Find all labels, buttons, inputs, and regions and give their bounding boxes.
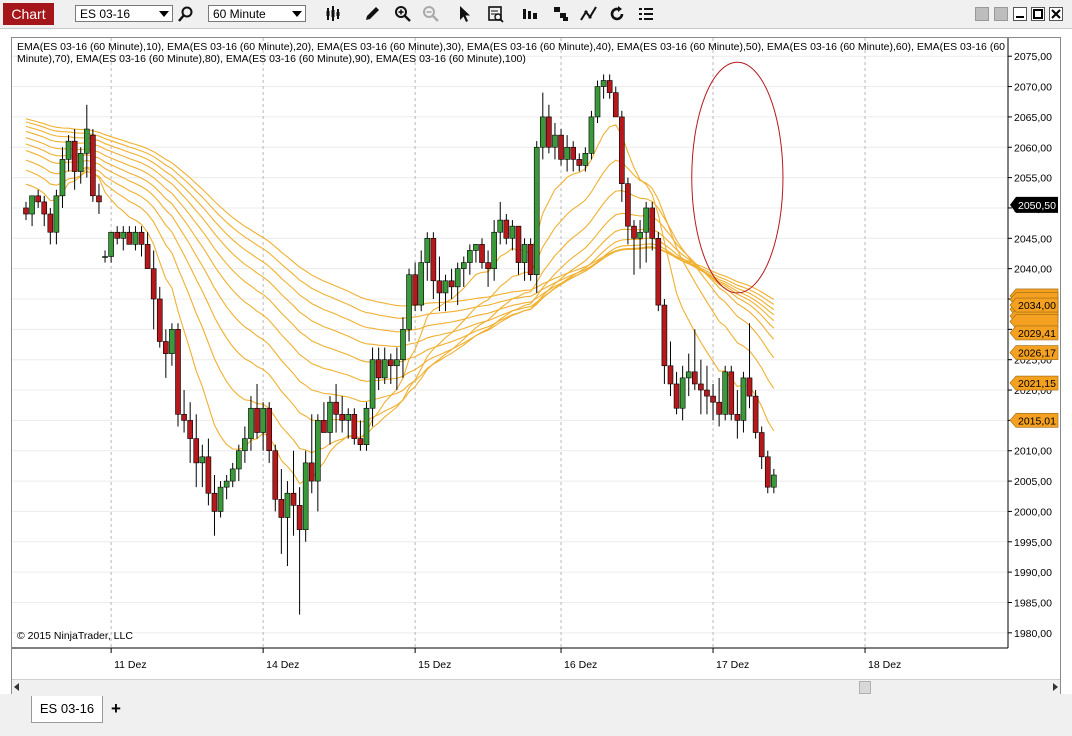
instrument-tab[interactable]: ES 03-16: [31, 696, 103, 723]
zoom-in-icon[interactable]: [393, 4, 413, 24]
search-icon[interactable]: [176, 4, 196, 24]
chart-panel: [11, 37, 1061, 694]
scroll-left-icon[interactable]: [14, 683, 19, 691]
close-button[interactable]: [1049, 7, 1063, 21]
instrument-selector[interactable]: ES 03-16: [75, 5, 173, 22]
instrument-value: ES 03-16: [80, 7, 131, 21]
minimize-button[interactable]: [1013, 7, 1027, 21]
copyright-text: © 2015 NinjaTrader, LLC: [17, 630, 133, 642]
layout-icon[interactable]: [520, 4, 540, 24]
horizontal-scrollbar[interactable]: [12, 679, 1060, 694]
chevron-down-icon: [159, 11, 169, 17]
maximize-icon: [1033, 9, 1043, 19]
minimize-icon: [1016, 16, 1024, 18]
indicator-legend: EMA(ES 03-16 (60 Minute),10), EMA(ES 03-…: [17, 41, 1005, 65]
chart-toolbar: Chart ES 03-16 60 Minute: [0, 0, 1072, 29]
data-box-icon[interactable]: [486, 4, 506, 24]
zoom-out-icon[interactable]: [421, 4, 441, 24]
tab-bar: [0, 694, 1072, 736]
properties-icon[interactable]: [636, 4, 656, 24]
close-icon: [1051, 9, 1061, 19]
pointer-icon[interactable]: [455, 4, 475, 24]
chart-window-label: Chart: [3, 3, 54, 25]
add-tab-button[interactable]: +: [105, 697, 127, 721]
maximize-button[interactable]: [1031, 7, 1045, 21]
bar-type-icon[interactable]: [324, 4, 344, 24]
interval-selector[interactable]: 60 Minute: [208, 5, 306, 22]
window-disabled-button: [994, 7, 1008, 21]
chevron-down-icon: [292, 11, 302, 17]
pencil-icon[interactable]: [362, 4, 382, 24]
interval-value: 60 Minute: [213, 7, 266, 21]
stack-icon[interactable]: [551, 4, 571, 24]
scroll-right-icon[interactable]: [1053, 683, 1058, 691]
reload-icon[interactable]: [607, 4, 627, 24]
window-disabled-button: [975, 7, 989, 21]
strategy-icon[interactable]: [579, 4, 599, 24]
scrollbar-thumb[interactable]: [859, 681, 871, 694]
